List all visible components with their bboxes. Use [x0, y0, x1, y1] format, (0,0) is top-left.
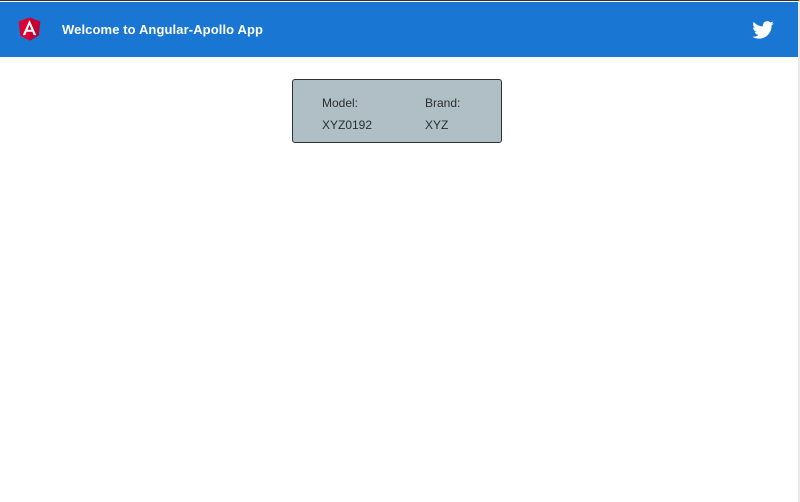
twitter-link[interactable] [750, 19, 776, 41]
twitter-icon [752, 20, 774, 39]
app-window: Welcome to Angular-Apollo App Model: XYZ… [0, 0, 800, 502]
model-field: Model: XYZ0192 [322, 95, 372, 133]
angular-logo-icon [18, 17, 41, 41]
vehicle-card: Model: XYZ0192 Brand: XYZ [292, 79, 502, 143]
brand-label: Brand: [425, 96, 461, 110]
brand-field: Brand: XYZ [425, 95, 460, 133]
top-toolbar: Welcome to Angular-Apollo App [0, 2, 798, 57]
model-value: XYZ0192 [322, 118, 373, 132]
model-label: Model: [322, 96, 359, 110]
brand-value: XYZ [425, 118, 449, 132]
page-title: Welcome to Angular-Apollo App [62, 22, 264, 37]
